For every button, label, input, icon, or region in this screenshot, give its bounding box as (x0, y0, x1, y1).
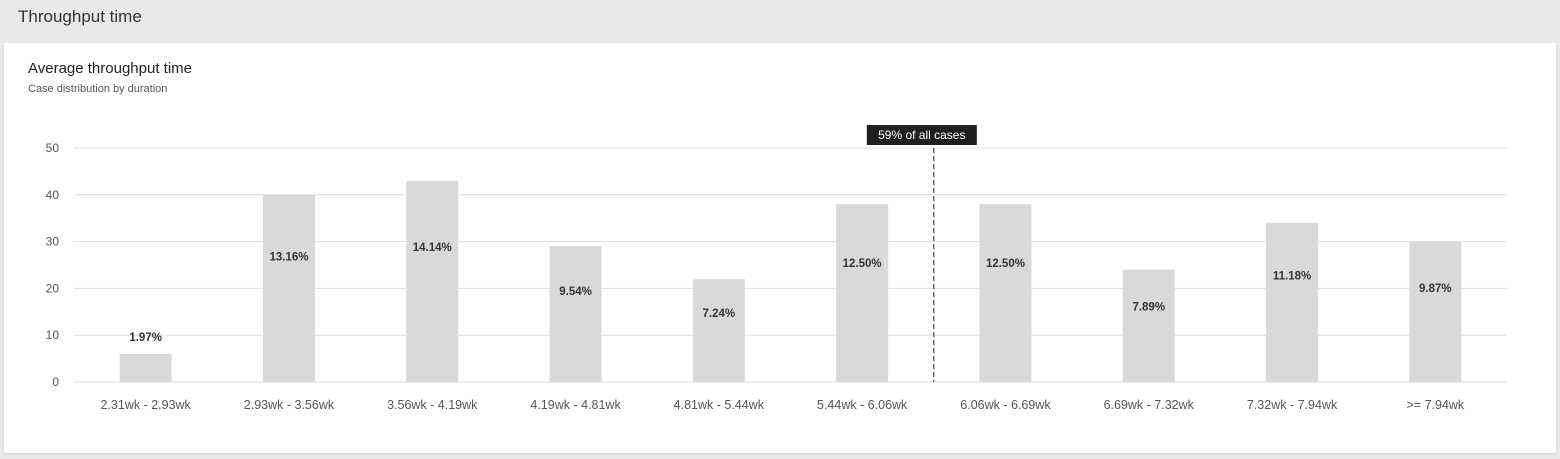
y-tick-label: 40 (46, 188, 60, 202)
bar (262, 194, 315, 382)
page-header: Throughput time (0, 0, 1560, 42)
bar-data-label: 14.14% (413, 242, 452, 254)
bar-data-label: 12.50% (843, 258, 882, 270)
x-category-label: >= 7.94wk (1407, 398, 1465, 412)
bar-data-label: 12.50% (986, 258, 1025, 270)
bar-data-label: 9.54% (559, 286, 592, 298)
bar-data-label: 13.16% (269, 252, 308, 264)
x-category-label: 2.93wk - 3.56wk (244, 398, 335, 412)
throughput-bar-chart: 0 10 20 30 40 50 1.97% 2.31wk - 2.93wk 13.16% 2.9… (46, 125, 1507, 412)
x-category-label: 4.81wk - 5.44wk (674, 398, 765, 412)
y-tick-label: 0 (52, 375, 59, 389)
bar-data-label: 7.89% (1132, 302, 1165, 314)
chart-card: Average throughput time Case distributio… (4, 43, 1556, 453)
x-category-label: 2.31wk - 2.93wk (100, 398, 191, 412)
bar-data-label: 11.18% (1273, 270, 1311, 282)
x-category-label: 4.19wk - 4.81wk (530, 398, 621, 412)
bar (1409, 241, 1462, 382)
bar (406, 180, 459, 382)
bar (1266, 222, 1319, 382)
bar (119, 353, 172, 382)
page-title: Throughput time (18, 7, 142, 26)
bar-data-label: 9.87% (1419, 283, 1452, 295)
x-category-label: 7.32wk - 7.94wk (1247, 398, 1338, 412)
y-tick-label: 30 (46, 235, 60, 249)
y-tick-label: 10 (46, 328, 60, 342)
bar (979, 204, 1032, 382)
bar-data-label: 1.97% (129, 332, 162, 344)
bar (692, 279, 745, 382)
bar (836, 204, 889, 382)
x-category-label: 3.56wk - 4.19wk (387, 398, 478, 412)
y-tick-label: 50 (46, 141, 60, 155)
y-tick-label: 20 (46, 281, 60, 295)
x-category-label: 5.44wk - 6.06wk (817, 398, 908, 412)
marker-label: 59% of all cases (878, 128, 965, 142)
bar (549, 246, 602, 382)
bar-data-label: 7.24% (703, 308, 736, 320)
x-category-label: 6.69wk - 7.32wk (1104, 398, 1195, 412)
bar (1122, 269, 1175, 382)
x-category-label: 6.06wk - 6.69wk (960, 398, 1051, 412)
